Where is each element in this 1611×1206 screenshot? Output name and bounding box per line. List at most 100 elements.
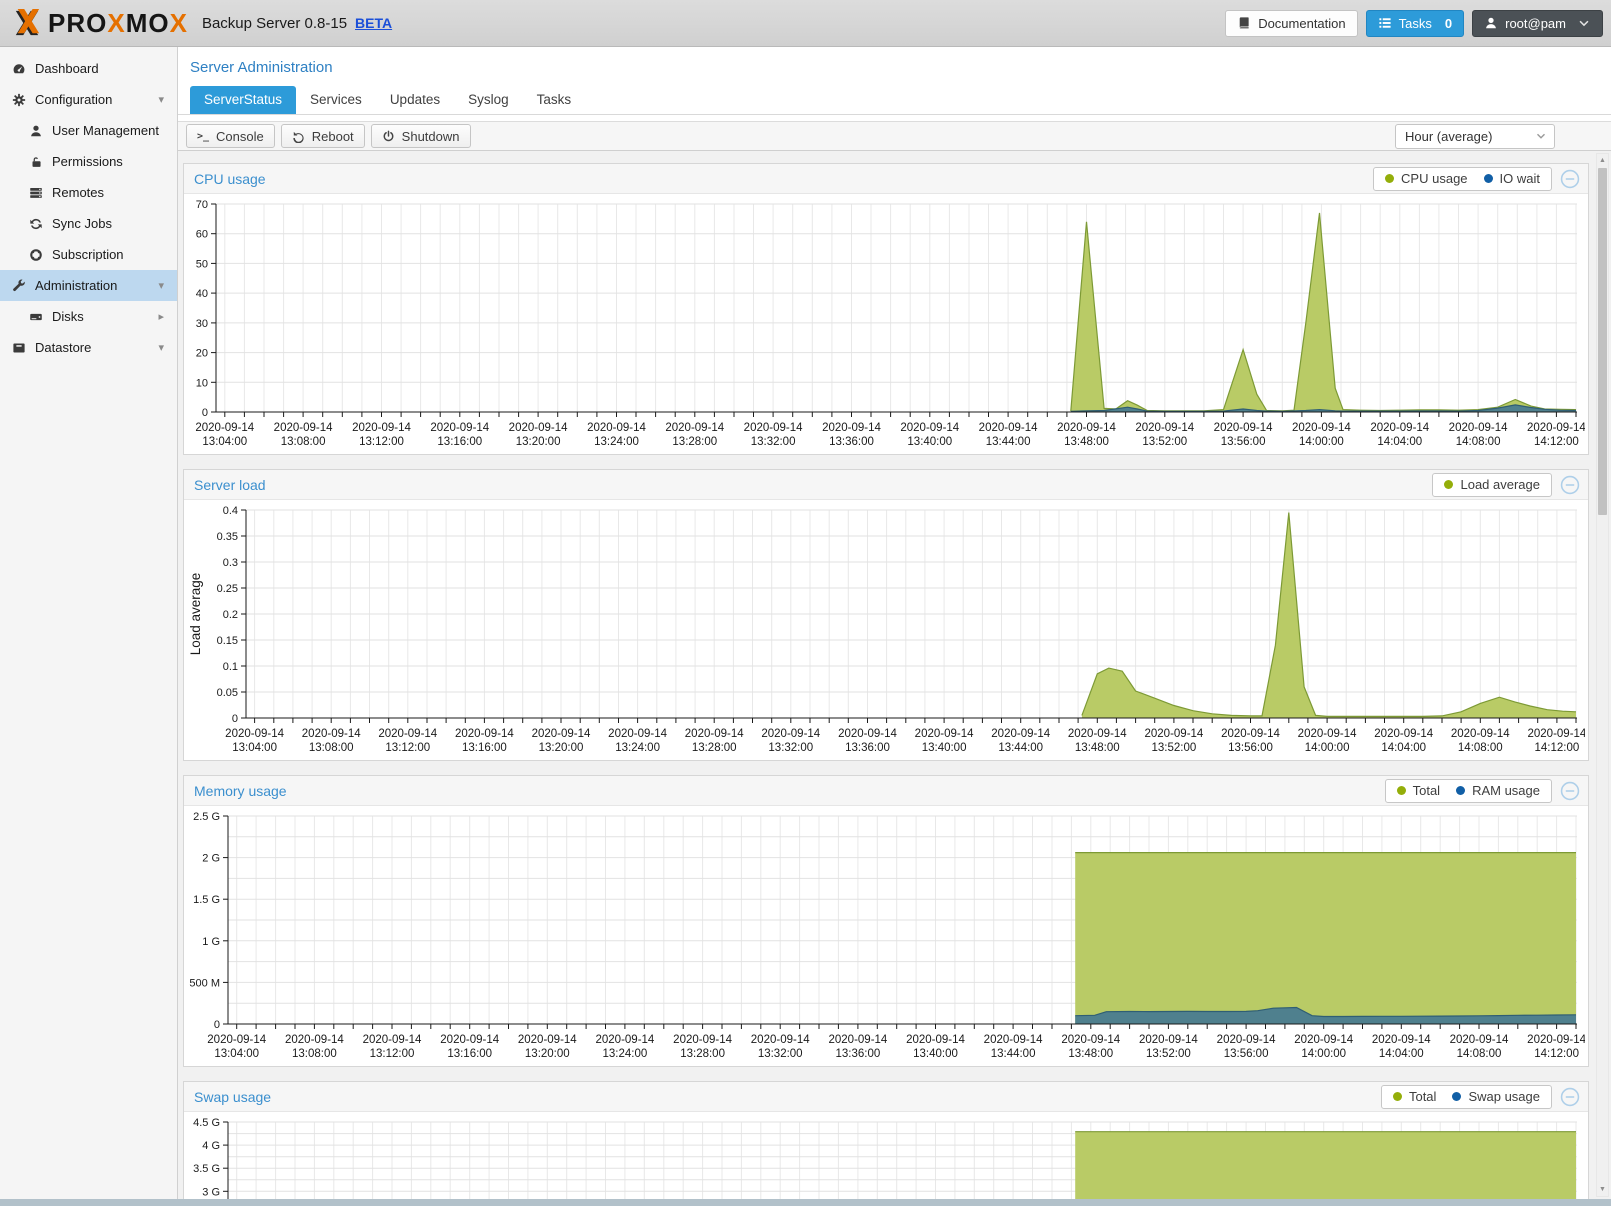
scroll-up-arrow[interactable]: ▲ (1597, 154, 1608, 167)
sidebar-item-label: Subscription (52, 247, 124, 262)
chart-legend: CPU usage IO wait (1373, 167, 1552, 191)
svg-text:2020-09-14: 2020-09-14 (302, 728, 361, 740)
chart-legend: Total RAM usage (1385, 779, 1552, 803)
svg-text:2020-09-14: 2020-09-14 (828, 1034, 887, 1046)
legend-item-io-wait[interactable]: IO wait (1484, 171, 1540, 186)
time-range-value: Hour (average) (1405, 129, 1492, 144)
sidebar-item-administration[interactable]: Administration▾ (0, 270, 177, 301)
svg-text:14:04:00: 14:04:00 (1379, 1048, 1424, 1060)
collapse-panel-button[interactable] (1560, 475, 1580, 495)
legend-item-swap-usage[interactable]: Swap usage (1452, 1089, 1540, 1104)
beta-link[interactable]: BETA (355, 15, 392, 31)
svg-text:2020-09-14: 2020-09-14 (673, 1034, 732, 1046)
svg-text:2020-09-14: 2020-09-14 (984, 1034, 1043, 1046)
svg-text:2020-09-14: 2020-09-14 (455, 728, 514, 740)
legend-item-total[interactable]: Total (1393, 1089, 1436, 1104)
unlock-icon (29, 155, 45, 169)
panel-header: Swap usageTotal Swap usage (184, 1082, 1588, 1112)
panel-server-load: Server loadLoad average00.050.10.150.20.… (183, 469, 1589, 761)
svg-text:13:32:00: 13:32:00 (751, 436, 796, 448)
collapse-panel-button[interactable] (1560, 781, 1580, 801)
tab-syslog[interactable]: Syslog (454, 86, 523, 114)
sidebar-item-label: User Management (52, 123, 159, 138)
legend-item-ram-usage[interactable]: RAM usage (1456, 783, 1540, 798)
svg-text:0: 0 (232, 713, 238, 725)
legend-dot (1452, 1092, 1461, 1101)
panel-title: Server load (194, 477, 266, 493)
scroll-down-arrow[interactable]: ▼ (1597, 1183, 1608, 1196)
sidebar-item-sync-jobs[interactable]: Sync Jobs (0, 208, 177, 239)
svg-text:2020-09-14: 2020-09-14 (1527, 1034, 1585, 1046)
svg-text:2020-09-14: 2020-09-14 (1372, 1034, 1431, 1046)
user-icon (29, 124, 45, 138)
svg-text:2020-09-14: 2020-09-14 (1214, 422, 1273, 434)
vertical-scrollbar[interactable]: ▲ ▼ (1596, 153, 1609, 1197)
svg-text:13:08:00: 13:08:00 (292, 1048, 337, 1060)
sidebar-item-subscription[interactable]: Subscription (0, 239, 177, 270)
svg-text:13:28:00: 13:28:00 (672, 436, 717, 448)
svg-text:2020-09-14: 2020-09-14 (906, 1034, 965, 1046)
tab-tasks[interactable]: Tasks (523, 86, 586, 114)
svg-text:2020-09-14: 2020-09-14 (1298, 728, 1357, 740)
svg-text:14:12:00: 14:12:00 (1534, 1048, 1579, 1060)
reboot-button[interactable]: Reboot (281, 124, 365, 148)
user-menu-button[interactable]: root@pam (1472, 10, 1603, 37)
proxmox-x-icon (12, 9, 42, 37)
collapse-panel-button[interactable] (1560, 169, 1580, 189)
chart-legend: Total Swap usage (1381, 1085, 1552, 1109)
svg-text:0.35: 0.35 (217, 531, 238, 543)
tasks-button[interactable]: Tasks 0 (1366, 10, 1464, 37)
collapse-panel-button[interactable] (1560, 1087, 1580, 1107)
window-bottom-edge (0, 1199, 1611, 1206)
time-range-select[interactable]: Hour (average) (1395, 124, 1555, 149)
svg-text:2020-09-14: 2020-09-14 (1217, 1034, 1276, 1046)
svg-text:0.05: 0.05 (217, 687, 238, 699)
minus-circle-icon (1560, 781, 1580, 801)
svg-text:2020-09-14: 2020-09-14 (979, 422, 1038, 434)
sidebar-item-disks[interactable]: Disks▸ (0, 301, 177, 332)
documentation-label: Documentation (1258, 16, 1345, 31)
sidebar-item-remotes[interactable]: Remotes (0, 177, 177, 208)
proxmox-logo: PROXMOX (12, 8, 188, 39)
documentation-button[interactable]: Documentation (1225, 10, 1357, 37)
tab-services[interactable]: Services (296, 86, 376, 114)
console-button[interactable]: >_ Console (186, 124, 275, 148)
svg-text:2020-09-14: 2020-09-14 (1221, 728, 1280, 740)
shutdown-button[interactable]: Shutdown (371, 124, 471, 148)
svg-text:2020-09-14: 2020-09-14 (991, 728, 1050, 740)
svg-text:13:16:00: 13:16:00 (447, 1048, 492, 1060)
sidebar-item-datastore[interactable]: Datastore▾ (0, 332, 177, 363)
scrollbar-thumb[interactable] (1598, 168, 1607, 515)
svg-text:13:52:00: 13:52:00 (1142, 436, 1187, 448)
panel-memory-usage: Memory usageTotalRAM usage0500 M1 G1.5 G… (183, 775, 1589, 1067)
sidebar-item-configuration[interactable]: Configuration▾ (0, 84, 177, 115)
svg-text:2020-09-14: 2020-09-14 (595, 1034, 654, 1046)
reboot-icon (292, 130, 305, 143)
user-label: root@pam (1505, 16, 1566, 31)
tab-bar: ServerStatusServicesUpdatesSyslogTasks (178, 86, 1611, 115)
sidebar-item-dashboard[interactable]: Dashboard (0, 53, 177, 84)
tab-updates[interactable]: Updates (376, 86, 454, 114)
sidebar-item-permissions[interactable]: Permissions (0, 146, 177, 177)
svg-text:13:12:00: 13:12:00 (359, 436, 404, 448)
legend-item-cpu-usage[interactable]: CPU usage (1385, 171, 1467, 186)
svg-text:14:08:00: 14:08:00 (1457, 1048, 1502, 1060)
svg-text:2020-09-14: 2020-09-14 (352, 422, 411, 434)
tab-serverstatus[interactable]: ServerStatus (190, 86, 296, 114)
svg-text:13:44:00: 13:44:00 (991, 1048, 1036, 1060)
legend-item-load-average[interactable]: Load average (1444, 477, 1540, 492)
svg-text:13:12:00: 13:12:00 (370, 1048, 415, 1060)
charts-scroll-area: CPU usageCPU usageIO wait010203040506070… (178, 151, 1611, 1199)
chart-swap-usage: 0500 M1 G1.5 G2 G2.5 G3 G3.5 G4 G4.5 G20… (184, 1112, 1585, 1199)
legend-item-total[interactable]: Total (1397, 783, 1440, 798)
sidebar: DashboardConfiguration▾ User Management Pe… (0, 47, 178, 1199)
svg-text:2020-09-14: 2020-09-14 (1527, 422, 1585, 434)
sidebar-item-user-management[interactable]: User Management (0, 115, 177, 146)
svg-text:1.5 G: 1.5 G (193, 894, 220, 906)
svg-text:0: 0 (214, 1019, 220, 1031)
svg-text:2020-09-14: 2020-09-14 (195, 422, 254, 434)
svg-text:13:16:00: 13:16:00 (462, 742, 507, 754)
svg-text:13:04:00: 13:04:00 (202, 436, 247, 448)
book-icon (1237, 16, 1251, 30)
svg-text:2020-09-14: 2020-09-14 (838, 728, 897, 740)
